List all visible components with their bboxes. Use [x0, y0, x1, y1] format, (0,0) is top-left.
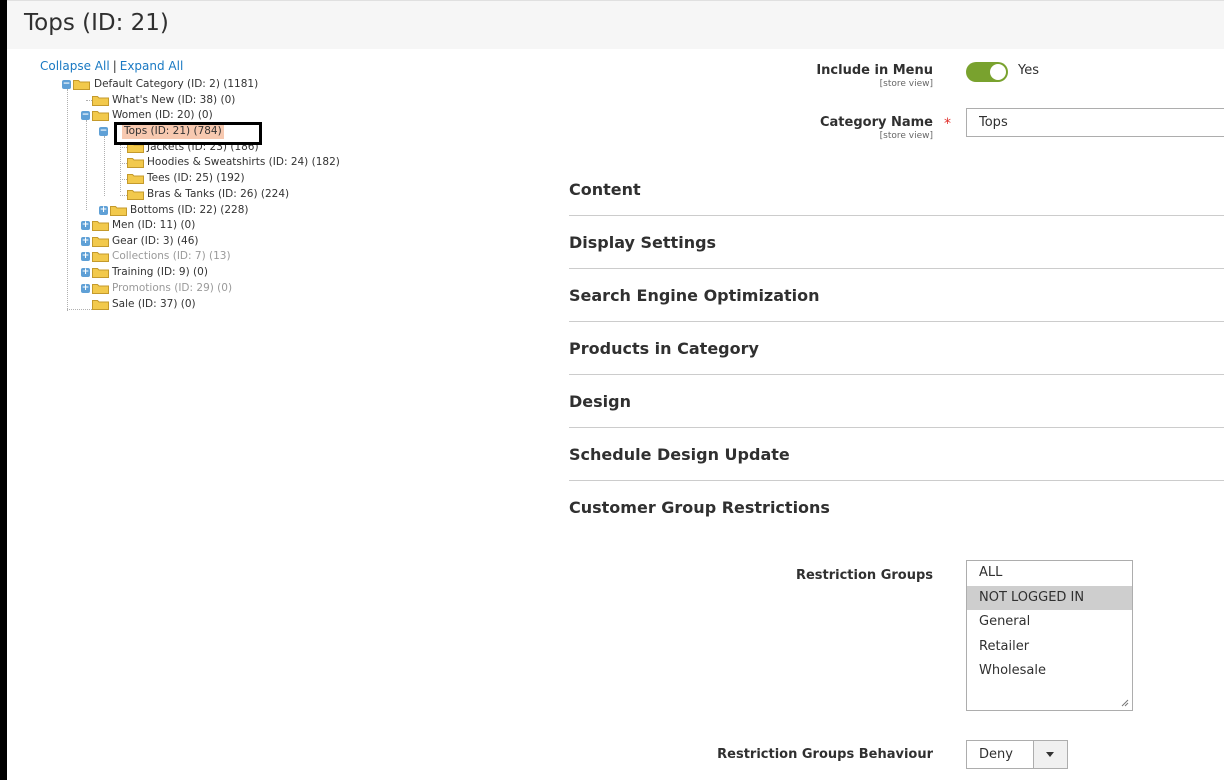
section-search-engine-optimization[interactable]: Search Engine Optimization	[569, 269, 1224, 322]
restriction-behaviour-value: Deny	[979, 747, 1013, 762]
section-products-in-category[interactable]: Products in Category	[569, 322, 1224, 375]
folder-icon	[92, 268, 109, 278]
restriction-behaviour-label: Restriction Groups Behaviour	[717, 747, 933, 762]
section-title: Content	[569, 180, 641, 199]
tree-connector	[120, 163, 127, 164]
folder-icon	[92, 111, 109, 121]
folder-icon	[73, 80, 90, 90]
folder-icon	[92, 284, 109, 294]
tree-toggle-icon[interactable]: +	[81, 268, 90, 277]
folder-icon	[92, 96, 109, 106]
include-in-menu-label: Include in Menu	[816, 63, 933, 78]
folder-icon	[127, 174, 144, 184]
resize-grip-icon[interactable]	[1121, 699, 1129, 707]
restriction-groups-label: Restriction Groups	[795, 568, 933, 583]
include-in-menu-scope: [store view]	[879, 79, 933, 89]
section-content[interactable]: Content	[569, 163, 1224, 216]
dropdown-button[interactable]	[1033, 741, 1067, 768]
tree-toggle-icon[interactable]: +	[81, 221, 90, 230]
restriction-groups-multiselect[interactable]: ALL NOT LOGGED IN General Retailer Whole…	[966, 560, 1133, 711]
tree-toggle-icon[interactable]: +	[81, 252, 90, 261]
section-schedule-design-update[interactable]: Schedule Design Update	[569, 428, 1224, 481]
section-title: Search Engine Optimization	[569, 286, 820, 305]
folder-icon	[127, 190, 144, 200]
tree-connector	[86, 120, 87, 210]
folder-icon	[92, 252, 109, 262]
section-title: Design	[569, 392, 631, 411]
folder-icon	[110, 206, 127, 216]
section-title: Customer Group Restrictions	[569, 498, 830, 517]
folder-icon	[92, 300, 109, 310]
section-customer-group-restrictions[interactable]: Customer Group Restrictions	[569, 481, 1224, 533]
tree-connector	[67, 89, 68, 311]
restriction-group-option[interactable]: General	[967, 610, 1132, 635]
section-title: Display Settings	[569, 233, 717, 252]
section-design[interactable]: Design	[569, 375, 1224, 428]
required-asterisk: *	[944, 116, 951, 132]
tree-toggle-icon[interactable]: −	[81, 111, 90, 120]
category-name-scope: [store view]	[879, 131, 933, 141]
tree-toggle-icon[interactable]: +	[99, 206, 108, 215]
chevron-down-icon	[1046, 752, 1054, 757]
tree-toggle-icon[interactable]: −	[99, 127, 108, 136]
restriction-group-option[interactable]: NOT LOGGED IN	[967, 585, 1132, 610]
folder-icon	[92, 237, 109, 247]
category-name-label: Category Name	[819, 115, 933, 130]
tree-connector	[120, 142, 121, 192]
tree-connector	[104, 136, 105, 196]
restriction-behaviour-select[interactable]: Deny	[966, 740, 1068, 769]
restriction-group-option[interactable]: Wholesale	[967, 659, 1132, 684]
restriction-group-option[interactable]: Retailer	[967, 635, 1132, 660]
include-in-menu-toggle[interactable]	[966, 62, 1008, 82]
folder-icon	[127, 158, 144, 168]
tree-connector	[67, 309, 92, 310]
category-name-input[interactable]	[966, 108, 1224, 137]
include-in-menu-value: Yes	[1018, 63, 1039, 78]
tree-toggle-icon[interactable]: +	[81, 284, 90, 293]
tree-toggle-icon[interactable]: −	[62, 80, 71, 89]
section-display-settings[interactable]: Display Settings	[569, 216, 1224, 269]
toggle-knob	[990, 64, 1006, 80]
tree-toggle-icon[interactable]: +	[81, 237, 90, 246]
tree-connector	[120, 179, 127, 180]
section-title: Products in Category	[569, 339, 759, 358]
folder-icon	[92, 221, 109, 231]
category-tree: − Default Category (ID: 2) (1181) What's…	[62, 78, 340, 311]
tree-connector	[120, 147, 127, 148]
tree-connector	[120, 195, 127, 196]
restriction-group-option[interactable]: ALL	[967, 561, 1132, 586]
selection-highlight-box	[114, 122, 262, 145]
section-title: Schedule Design Update	[569, 445, 790, 464]
